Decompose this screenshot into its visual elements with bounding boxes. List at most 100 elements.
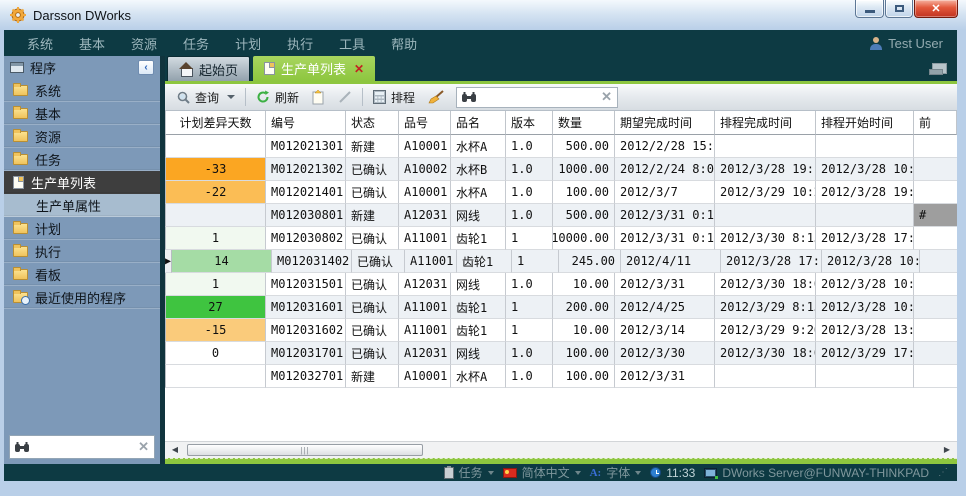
column-header-item_name[interactable]: 品名 [451, 111, 506, 135]
cell-code[interactable]: M012031402 [272, 250, 352, 273]
menu-item-3[interactable]: 任务 [170, 34, 222, 53]
cell-diff[interactable]: 14 [172, 250, 272, 273]
cell-version[interactable]: 1.0 [506, 365, 553, 388]
table-row[interactable]: 1M012031501已确认A12031网线1.010.002012/3/312… [165, 273, 957, 296]
cell-sched_end[interactable] [715, 365, 816, 388]
table-row[interactable]: ▶14M012031402已确认A11001齿轮11245.002012/4/1… [165, 250, 957, 273]
cell-sched_start[interactable]: 2012/3/28 10:52 [816, 296, 914, 319]
cell-version[interactable]: 1.0 [506, 181, 553, 204]
column-header-due[interactable]: 期望完成时间 [615, 111, 715, 135]
cell-version[interactable]: 1.0 [506, 135, 553, 158]
resize-grip[interactable]: ⋰ [938, 467, 947, 478]
cell-extra[interactable] [914, 158, 957, 181]
cell-qty[interactable]: 10.00 [553, 273, 615, 296]
cell-due[interactable]: 2012/3/31 [615, 273, 715, 296]
cell-extra[interactable] [914, 342, 957, 365]
cell-version[interactable]: 1 [506, 296, 553, 319]
toolbar-search-input[interactable] [481, 90, 596, 104]
cell-item_no[interactable]: A11001 [405, 250, 457, 273]
cell-code[interactable]: M012032701 [266, 365, 346, 388]
column-header-status[interactable]: 状态 [346, 111, 399, 135]
sidebar-collapse-button[interactable]: ‹ [138, 60, 154, 75]
cell-sched_end[interactable]: 2012/3/30 18:00 [715, 273, 816, 296]
cell-version[interactable]: 1 [506, 227, 553, 250]
maximize-button[interactable] [885, 0, 913, 18]
cell-qty[interactable]: 500.00 [553, 135, 615, 158]
table-row[interactable]: -15M012031602已确认A11001齿轮1110.002012/3/14… [165, 319, 957, 342]
cell-item_no[interactable]: A11001 [399, 319, 451, 342]
menu-item-2[interactable]: 资源 [118, 34, 170, 53]
cell-sched_start[interactable] [816, 204, 914, 227]
scrollbar-thumb[interactable]: ||| [187, 444, 423, 456]
cell-item_name[interactable]: 水杯A [451, 365, 506, 388]
cell-qty[interactable]: 100.00 [553, 181, 615, 204]
column-header-diff[interactable]: 计划差异天数 [166, 111, 266, 135]
cell-due[interactable]: 2012/2/24 8:00 [615, 158, 715, 181]
cell-item_name[interactable]: 水杯A [451, 181, 506, 204]
cell-version[interactable]: 1 [512, 250, 559, 273]
cell-item_no[interactable]: A12031 [399, 204, 451, 227]
cell-version[interactable]: 1.0 [506, 204, 553, 227]
cell-status[interactable]: 已确认 [346, 227, 399, 250]
cell-sched_start[interactable]: 2012/3/28 17:13 [816, 227, 914, 250]
sidebar-item-8[interactable]: 看板 [4, 263, 160, 286]
clean-button[interactable] [425, 88, 447, 106]
cell-qty[interactable]: 1000.00 [553, 158, 615, 181]
sidebar-item-5[interactable]: 生产单属性 [4, 194, 160, 217]
cell-extra[interactable] [914, 273, 957, 296]
cell-status[interactable]: 已确认 [352, 250, 405, 273]
cell-due[interactable]: 2012/3/7 [615, 181, 715, 204]
row-selector[interactable]: ▶ [165, 250, 172, 273]
menu-item-4[interactable]: 计划 [222, 34, 274, 53]
cell-version[interactable]: 1 [506, 319, 553, 342]
cell-qty[interactable]: 10000.00 [553, 227, 615, 250]
horizontal-scrollbar[interactable]: ◀ ||| ▶ [165, 441, 957, 458]
cell-sched_start[interactable] [816, 365, 914, 388]
cell-status[interactable]: 新建 [346, 135, 399, 158]
cell-item_name[interactable]: 网线 [451, 273, 506, 296]
cell-sched_start[interactable]: 2012/3/28 19:10 [816, 181, 914, 204]
table-row[interactable]: M012021301新建A10001水杯A1.0500.002012/2/28 … [165, 135, 957, 158]
cell-status[interactable]: 已确认 [346, 319, 399, 342]
sidebar-item-2[interactable]: 资源 [4, 125, 160, 148]
menu-item-7[interactable]: 帮助 [378, 34, 430, 53]
menu-item-6[interactable]: 工具 [326, 34, 378, 53]
cell-extra[interactable]: # [914, 204, 957, 227]
cell-qty[interactable]: 10.00 [553, 319, 615, 342]
cell-sched_end[interactable] [715, 135, 816, 158]
cell-item_no[interactable]: A12031 [399, 342, 451, 365]
menu-item-0[interactable]: 系统 [14, 34, 66, 53]
cell-qty[interactable]: 500.00 [553, 204, 615, 227]
cell-due[interactable]: 2012/3/30 [615, 342, 715, 365]
sidebar-item-3[interactable]: 任务 [4, 148, 160, 171]
cell-extra[interactable] [914, 365, 957, 388]
cell-qty[interactable]: 245.00 [559, 250, 621, 273]
cell-sched_end[interactable]: 2012/3/29 10:20 [715, 181, 816, 204]
cell-item_no[interactable]: A12031 [399, 273, 451, 296]
table-row[interactable]: -22M012021401已确认A10001水杯A1.0100.002012/3… [165, 181, 957, 204]
cell-item_name[interactable]: 齿轮1 [451, 319, 506, 342]
cell-version[interactable]: 1.0 [506, 158, 553, 181]
cell-diff[interactable]: 1 [166, 227, 266, 250]
cell-item_no[interactable]: A11001 [399, 296, 451, 319]
sidebar-item-9[interactable]: 最近使用的程序 [4, 286, 160, 309]
cell-extra[interactable] [920, 250, 957, 273]
table-row[interactable]: 1M012030802已确认A11001齿轮1110000.002012/3/3… [165, 227, 957, 250]
sidebar-item-4[interactable]: 生产单列表 [4, 171, 160, 194]
cell-item_no[interactable]: A10001 [399, 181, 451, 204]
cell-diff[interactable]: 27 [166, 296, 266, 319]
schedule-button[interactable]: 排程 [370, 87, 418, 108]
new-button[interactable] [309, 88, 328, 107]
cell-status[interactable]: 已确认 [346, 273, 399, 296]
toolbar-search-clear-icon[interactable]: ✕ [601, 89, 612, 105]
cell-version[interactable]: 1.0 [506, 273, 553, 296]
sidebar-item-0[interactable]: 系统 [4, 79, 160, 102]
sidebar-item-7[interactable]: 执行 [4, 240, 160, 263]
cell-code[interactable]: M012031701 [266, 342, 346, 365]
cell-code[interactable]: M012021302 [266, 158, 346, 181]
cell-due[interactable]: 2012/2/28 15:00 [615, 135, 715, 158]
scroll-right-icon[interactable]: ▶ [940, 444, 954, 456]
cell-code[interactable]: M012030802 [266, 227, 346, 250]
column-header-sched_end[interactable]: 排程完成时间 [715, 111, 816, 135]
table-row[interactable]: M012030801新建A12031网线1.0500.002012/3/31 0… [165, 204, 957, 227]
